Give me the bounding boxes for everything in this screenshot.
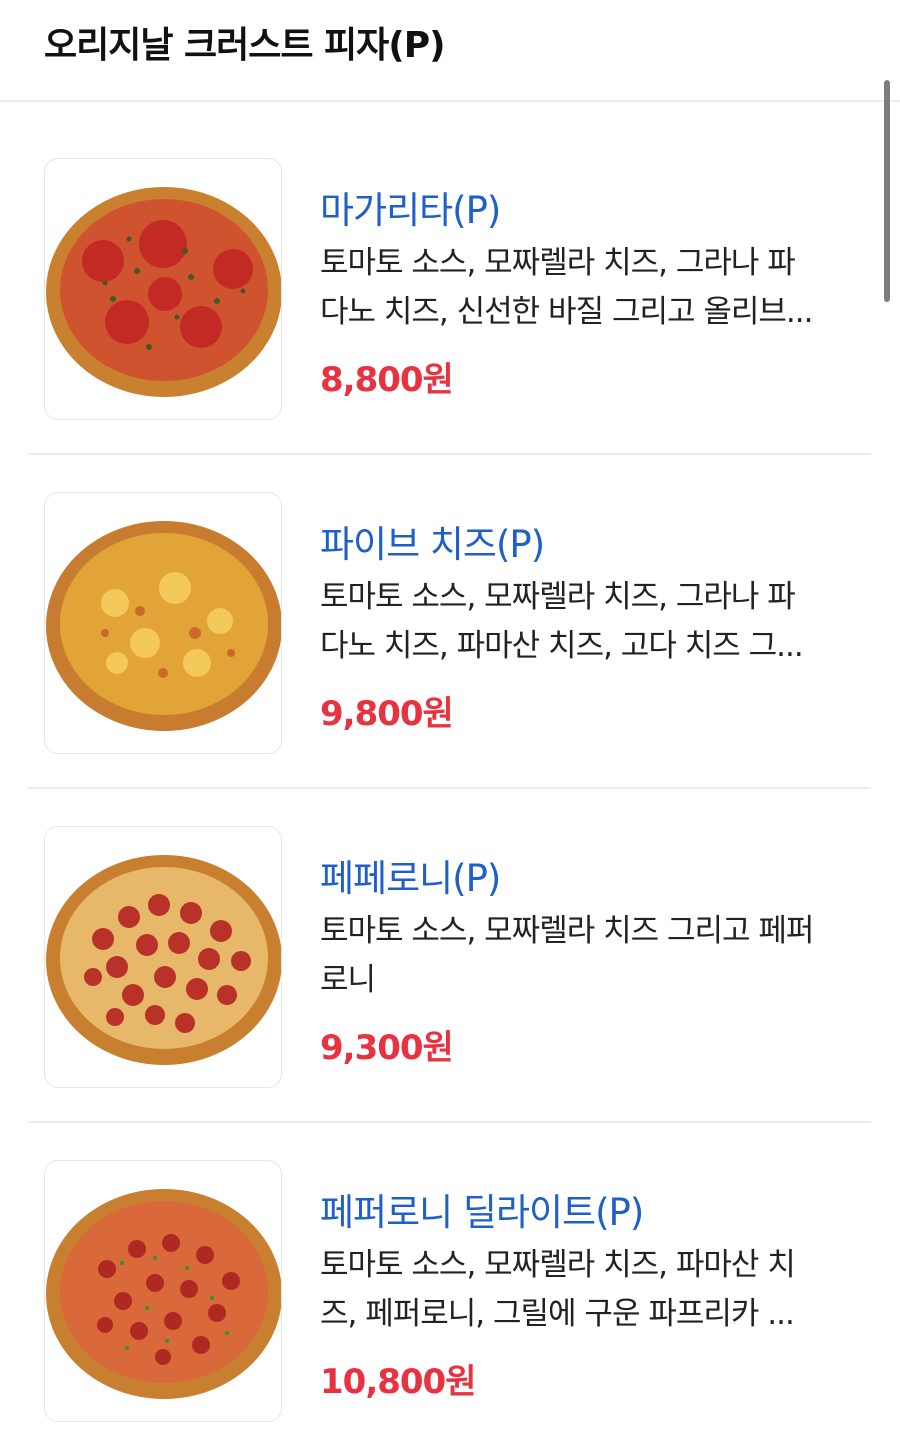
item-price: 9,300원: [320, 1028, 454, 1068]
pizza-image-pepperoni[interactable]: [44, 826, 282, 1088]
item-description-line: 토마토 소스, 모짜렐라 치즈 그리고 페퍼: [320, 913, 814, 949]
page-header: 오리지날 크러스트 피자(P): [0, 0, 900, 102]
item-description-line: 즈, 페퍼로니, 그릴에 구운 파프리카 ...: [320, 1296, 795, 1332]
menu-item-pepperoni[interactable]: 페페로니(P) 토마토 소스, 모짜렐라 치즈 그리고 페퍼 로니 9,300원: [0, 770, 900, 1123]
menu-item-five-cheese[interactable]: 파이브 치즈(P) 토마토 소스, 모짜렐라 치즈, 그라나 파 다노 치즈, …: [0, 436, 900, 789]
item-name[interactable]: 파이브 치즈(P): [320, 514, 545, 568]
item-name[interactable]: 페퍼로니 딜라이트(P): [320, 1182, 644, 1236]
menu-item-pepperoni-delight[interactable]: 페퍼로니 딜라이트(P) 토마토 소스, 모짜렐라 치즈, 파마산 치 즈, 페…: [0, 1104, 900, 1438]
pizza-image-margherita[interactable]: [44, 158, 282, 420]
page-title: 오리지날 크러스트 피자(P): [44, 25, 446, 66]
item-price: 10,800원: [320, 1362, 476, 1402]
item-description: 토마토 소스, 모짜렐라 치즈 그리고 페퍼 로니: [320, 907, 860, 1005]
item-description: 토마토 소스, 모짜렐라 치즈, 그라나 파 다노 치즈, 파마산 치즈, 고다…: [320, 573, 860, 671]
menu-list: 마가리타(P) 토마토 소스, 모짜렐라 치즈, 그라나 파 다노 치즈, 신선…: [0, 102, 900, 1438]
item-description-line: 다노 치즈, 파마산 치즈, 고다 치즈 그...: [320, 628, 804, 664]
item-description-line: 토마토 소스, 모짜렐라 치즈, 그라나 파: [320, 579, 796, 615]
item-description-line: 토마토 소스, 모짜렐라 치즈, 파마산 치: [320, 1247, 796, 1283]
item-description-line: 로니: [320, 962, 376, 998]
menu-item-margherita[interactable]: 마가리타(P) 토마토 소스, 모짜렐라 치즈, 그라나 파 다노 치즈, 신선…: [0, 102, 900, 455]
item-description: 토마토 소스, 모짜렐라 치즈, 파마산 치 즈, 페퍼로니, 그릴에 구운 파…: [320, 1241, 860, 1339]
item-price: 9,800원: [320, 694, 454, 734]
pizza-image-pepperoni-delight[interactable]: [44, 1160, 282, 1422]
item-price: 8,800원: [320, 360, 454, 400]
item-description-line: 다노 치즈, 신선한 바질 그리고 올리브...: [320, 294, 814, 330]
item-description: 토마토 소스, 모짜렐라 치즈, 그라나 파 다노 치즈, 신선한 바질 그리고…: [320, 239, 860, 337]
item-description-line: 토마토 소스, 모짜렐라 치즈, 그라나 파: [320, 245, 796, 281]
item-name[interactable]: 마가리타(P): [320, 180, 501, 234]
pizza-image-five-cheese[interactable]: [44, 492, 282, 754]
item-name[interactable]: 페페로니(P): [320, 848, 501, 902]
